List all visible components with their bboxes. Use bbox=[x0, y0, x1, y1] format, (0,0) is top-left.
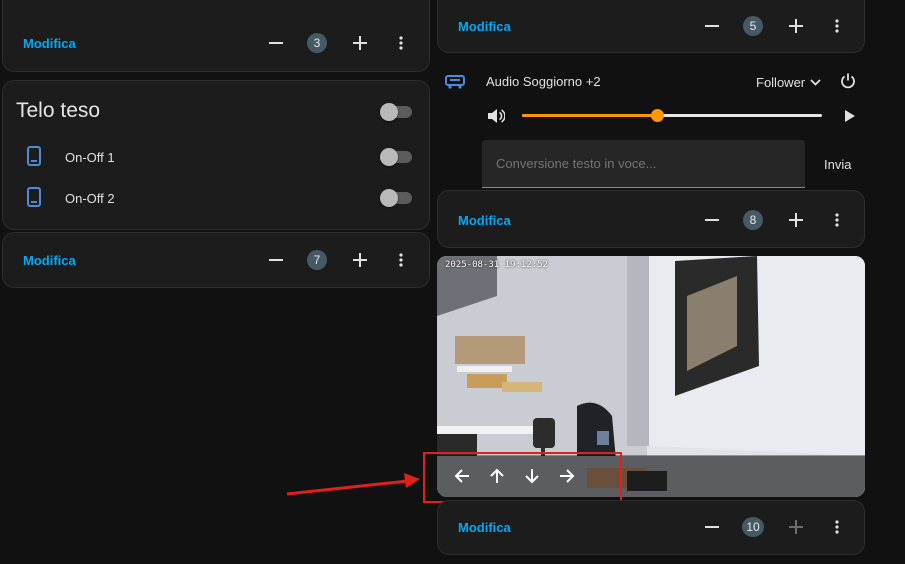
minus-icon bbox=[705, 526, 719, 528]
dots-vertical-icon bbox=[399, 253, 403, 267]
edit-link[interactable]: Modifica bbox=[458, 19, 511, 34]
plus-icon bbox=[353, 36, 367, 50]
chevron-down-icon bbox=[810, 78, 821, 86]
plus-icon bbox=[789, 520, 803, 534]
power-button[interactable] bbox=[836, 69, 860, 93]
plus-button[interactable] bbox=[784, 515, 808, 539]
dots-vertical-icon bbox=[835, 520, 839, 534]
volume-icon bbox=[488, 109, 505, 123]
more-menu-button[interactable] bbox=[389, 31, 413, 55]
source-mode-dropdown[interactable]: Follower bbox=[756, 73, 821, 91]
on-off-2-toggle[interactable] bbox=[380, 189, 412, 207]
minus-icon bbox=[269, 42, 283, 44]
plus-icon bbox=[789, 213, 803, 227]
main-toggle[interactable] bbox=[380, 103, 412, 121]
count-badge: 7 bbox=[307, 250, 327, 270]
volume-slider-handle[interactable] bbox=[651, 109, 664, 122]
speaker-group-icon bbox=[445, 75, 465, 89]
more-menu-button[interactable] bbox=[389, 248, 413, 272]
plus-button[interactable] bbox=[348, 31, 372, 55]
card-title: Telo teso bbox=[16, 99, 101, 122]
edit-link[interactable]: Modifica bbox=[23, 253, 76, 268]
minus-button[interactable] bbox=[700, 208, 724, 232]
plus-icon bbox=[789, 19, 803, 33]
mute-button[interactable] bbox=[484, 104, 508, 128]
count-badge: 10 bbox=[742, 517, 764, 537]
count-badge: 8 bbox=[743, 210, 763, 230]
on-off-1-toggle[interactable] bbox=[380, 148, 412, 166]
minus-button[interactable] bbox=[264, 31, 288, 55]
more-menu-button[interactable] bbox=[825, 515, 849, 539]
media-player-name: Audio Soggiorno +2 bbox=[486, 74, 601, 89]
annotation-arrow-icon bbox=[286, 473, 420, 496]
play-button[interactable] bbox=[838, 104, 862, 128]
camera-timestamp: 2025-08-31 19:12:52 bbox=[445, 260, 548, 270]
minus-button[interactable] bbox=[700, 14, 724, 38]
edit-link[interactable]: Modifica bbox=[23, 36, 76, 51]
dots-vertical-icon bbox=[835, 213, 839, 227]
count-badge: 3 bbox=[307, 33, 327, 53]
edit-link[interactable]: Modifica bbox=[458, 520, 511, 535]
tts-input[interactable] bbox=[496, 156, 791, 171]
minus-icon bbox=[269, 259, 283, 261]
tts-input-container bbox=[482, 140, 805, 188]
volume-slider-fill bbox=[522, 114, 657, 117]
row-label: On-Off 1 bbox=[65, 150, 115, 165]
dots-vertical-icon bbox=[835, 19, 839, 33]
annotation-highlight-box bbox=[423, 452, 622, 503]
minus-button[interactable] bbox=[700, 515, 724, 539]
volume-slider[interactable] bbox=[522, 109, 822, 122]
more-menu-button[interactable] bbox=[825, 208, 849, 232]
phone-icon bbox=[27, 187, 41, 207]
plus-button[interactable] bbox=[784, 14, 808, 38]
play-icon bbox=[845, 110, 855, 122]
power-icon bbox=[841, 73, 855, 89]
count-badge: 5 bbox=[743, 16, 763, 36]
more-menu-button[interactable] bbox=[825, 14, 849, 38]
plus-button[interactable] bbox=[784, 208, 808, 232]
plus-button[interactable] bbox=[348, 248, 372, 272]
dots-vertical-icon bbox=[399, 36, 403, 50]
row-label: On-Off 2 bbox=[65, 191, 115, 206]
phone-icon bbox=[27, 146, 41, 166]
plus-icon bbox=[353, 253, 367, 267]
send-button[interactable]: Invia bbox=[824, 157, 851, 172]
minus-button[interactable] bbox=[264, 248, 288, 272]
minus-icon bbox=[705, 219, 719, 221]
edit-link[interactable]: Modifica bbox=[458, 213, 511, 228]
source-mode-label: Follower bbox=[756, 74, 806, 90]
minus-icon bbox=[705, 25, 719, 27]
